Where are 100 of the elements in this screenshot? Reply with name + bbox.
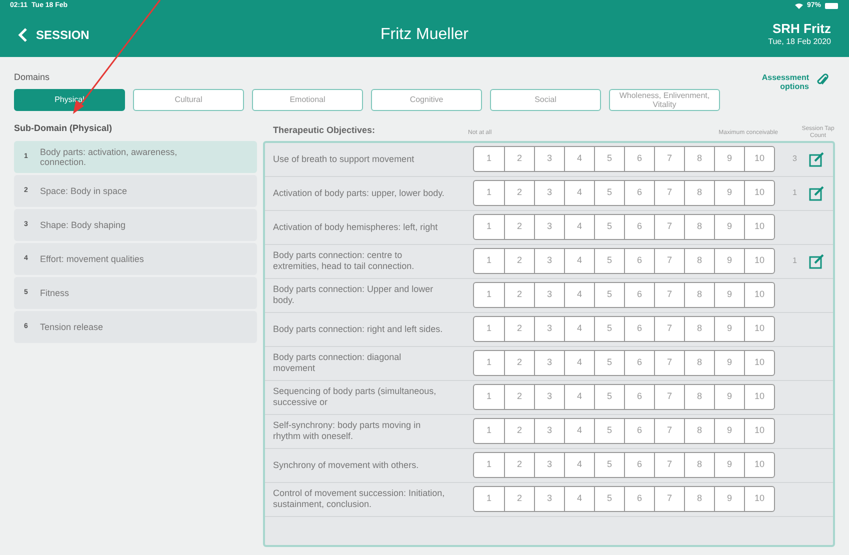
rating-option[interactable]: 2: [504, 215, 534, 239]
rating-option[interactable]: 7: [654, 317, 684, 341]
rating-option[interactable]: 10: [744, 249, 774, 273]
rating-option[interactable]: 9: [714, 487, 744, 511]
rating-option[interactable]: 2: [504, 181, 534, 205]
rating-option[interactable]: 3: [534, 215, 564, 239]
rating-option[interactable]: 4: [564, 181, 594, 205]
rating-option[interactable]: 8: [684, 419, 714, 443]
rating-option[interactable]: 1: [474, 283, 504, 307]
rating-option[interactable]: 2: [504, 419, 534, 443]
rating-option[interactable]: 4: [564, 147, 594, 171]
rating-option[interactable]: 3: [534, 419, 564, 443]
rating-option[interactable]: 9: [714, 181, 744, 205]
paperclip-icon[interactable]: [817, 73, 829, 87]
rating-option[interactable]: 9: [714, 215, 744, 239]
rating-option[interactable]: 3: [534, 147, 564, 171]
rating-option[interactable]: 4: [564, 453, 594, 477]
rating-option[interactable]: 5: [594, 181, 624, 205]
rating-option[interactable]: 5: [594, 249, 624, 273]
rating-option[interactable]: 3: [534, 453, 564, 477]
rating-option[interactable]: 9: [714, 249, 744, 273]
rating-option[interactable]: 1: [474, 385, 504, 409]
rating-option[interactable]: 5: [594, 453, 624, 477]
rating-option[interactable]: 5: [594, 385, 624, 409]
rating-option[interactable]: 6: [624, 453, 654, 477]
rating-option[interactable]: 7: [654, 419, 684, 443]
rating-option[interactable]: 9: [714, 283, 744, 307]
back-button[interactable]: SESSION: [18, 26, 90, 44]
rating-option[interactable]: 6: [624, 385, 654, 409]
rating-option[interactable]: 10: [744, 181, 774, 205]
rating-option[interactable]: 3: [534, 487, 564, 511]
rating-option[interactable]: 7: [654, 181, 684, 205]
rating-option[interactable]: 1: [474, 317, 504, 341]
rating-option[interactable]: 2: [504, 317, 534, 341]
domain-tab[interactable]: Physical: [14, 88, 125, 110]
rating-option[interactable]: 4: [564, 385, 594, 409]
rating-option[interactable]: 10: [744, 283, 774, 307]
rating-option[interactable]: 7: [654, 249, 684, 273]
rating-option[interactable]: 10: [744, 215, 774, 239]
edit-icon[interactable]: [809, 152, 825, 166]
rating-option[interactable]: 8: [684, 147, 714, 171]
rating-option[interactable]: 9: [714, 385, 744, 409]
rating-option[interactable]: 3: [534, 249, 564, 273]
rating-option[interactable]: 7: [654, 385, 684, 409]
domain-tab[interactable]: Cognitive: [371, 88, 482, 110]
rating-option[interactable]: 1: [474, 147, 504, 171]
rating-option[interactable]: 1: [474, 215, 504, 239]
rating-option[interactable]: 9: [714, 317, 744, 341]
rating-option[interactable]: 7: [654, 487, 684, 511]
rating-option[interactable]: 9: [714, 147, 744, 171]
rating-option[interactable]: 5: [594, 317, 624, 341]
rating-option[interactable]: 2: [504, 283, 534, 307]
rating-option[interactable]: 9: [714, 453, 744, 477]
rating-option[interactable]: 1: [474, 453, 504, 477]
rating-option[interactable]: 7: [654, 351, 684, 375]
rating-option[interactable]: 5: [594, 351, 624, 375]
rating-option[interactable]: 1: [474, 351, 504, 375]
rating-option[interactable]: 6: [624, 181, 654, 205]
domain-tab[interactable]: Wholeness, Enlivenment, Vitality: [609, 88, 720, 110]
rating-option[interactable]: 3: [534, 181, 564, 205]
rating-option[interactable]: 5: [594, 419, 624, 443]
rating-option[interactable]: 8: [684, 487, 714, 511]
rating-option[interactable]: 5: [594, 215, 624, 239]
rating-option[interactable]: 2: [504, 385, 534, 409]
rating-option[interactable]: 5: [594, 283, 624, 307]
rating-option[interactable]: 6: [624, 487, 654, 511]
rating-option[interactable]: 10: [744, 487, 774, 511]
rating-option[interactable]: 5: [594, 487, 624, 511]
rating-option[interactable]: 2: [504, 351, 534, 375]
rating-option[interactable]: 7: [654, 147, 684, 171]
rating-option[interactable]: 2: [504, 487, 534, 511]
rating-option[interactable]: 4: [564, 487, 594, 511]
rating-option[interactable]: 4: [564, 215, 594, 239]
rating-option[interactable]: 9: [714, 419, 744, 443]
domain-tab[interactable]: Cultural: [133, 88, 244, 110]
rating-option[interactable]: 6: [624, 147, 654, 171]
rating-option[interactable]: 1: [474, 487, 504, 511]
rating-option[interactable]: 8: [684, 215, 714, 239]
rating-option[interactable]: 8: [684, 181, 714, 205]
rating-option[interactable]: 6: [624, 249, 654, 273]
rating-option[interactable]: 4: [564, 419, 594, 443]
rating-option[interactable]: 3: [534, 385, 564, 409]
rating-option[interactable]: 1: [474, 181, 504, 205]
rating-option[interactable]: 2: [504, 147, 534, 171]
rating-option[interactable]: 4: [564, 249, 594, 273]
rating-option[interactable]: 10: [744, 147, 774, 171]
rating-option[interactable]: 1: [474, 419, 504, 443]
rating-option[interactable]: 8: [684, 249, 714, 273]
edit-icon[interactable]: [809, 186, 825, 200]
rating-option[interactable]: 10: [744, 453, 774, 477]
rating-option[interactable]: 5: [594, 147, 624, 171]
rating-option[interactable]: 6: [624, 215, 654, 239]
rating-option[interactable]: 7: [654, 215, 684, 239]
rating-option[interactable]: 4: [564, 283, 594, 307]
rating-option[interactable]: 8: [684, 351, 714, 375]
domain-tab[interactable]: Emotional: [252, 88, 363, 110]
rating-option[interactable]: 9: [714, 351, 744, 375]
rating-option[interactable]: 10: [744, 419, 774, 443]
rating-option[interactable]: 10: [744, 317, 774, 341]
domain-tab[interactable]: Social: [490, 88, 601, 110]
